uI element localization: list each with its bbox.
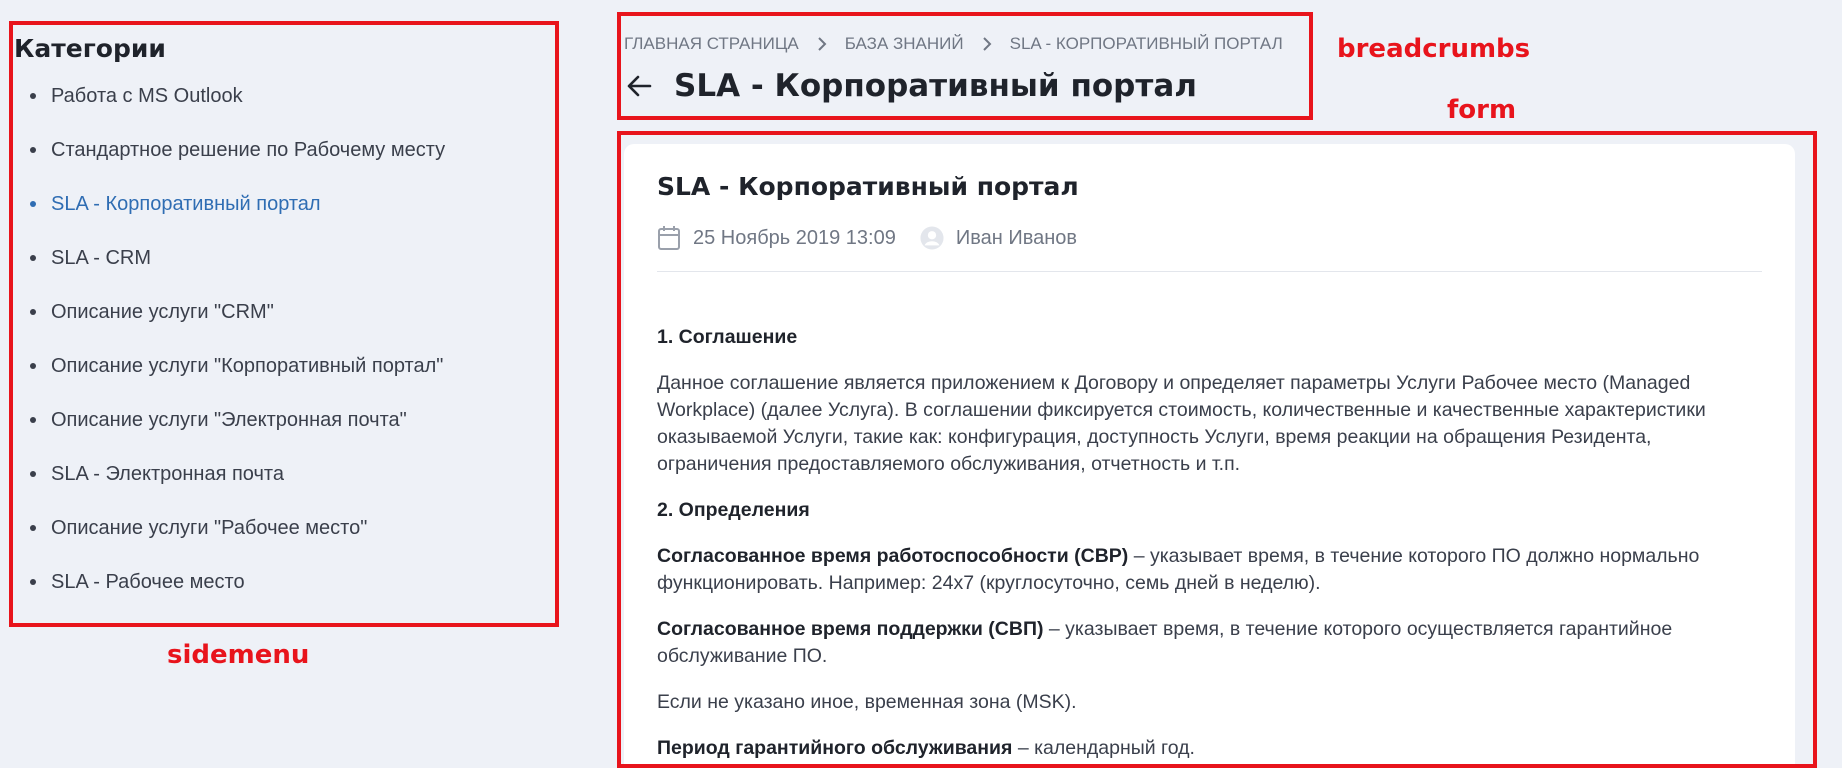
breadcrumbs-annotation-box [617, 12, 1313, 120]
sidemenu-annotation-label: sidemenu [167, 640, 310, 670]
sidemenu-annotation-box [9, 21, 559, 627]
form-annotation-label: form [1447, 95, 1517, 125]
form-annotation-box [617, 131, 1817, 768]
breadcrumbs-annotation-label: breadcrumbs [1337, 34, 1531, 64]
